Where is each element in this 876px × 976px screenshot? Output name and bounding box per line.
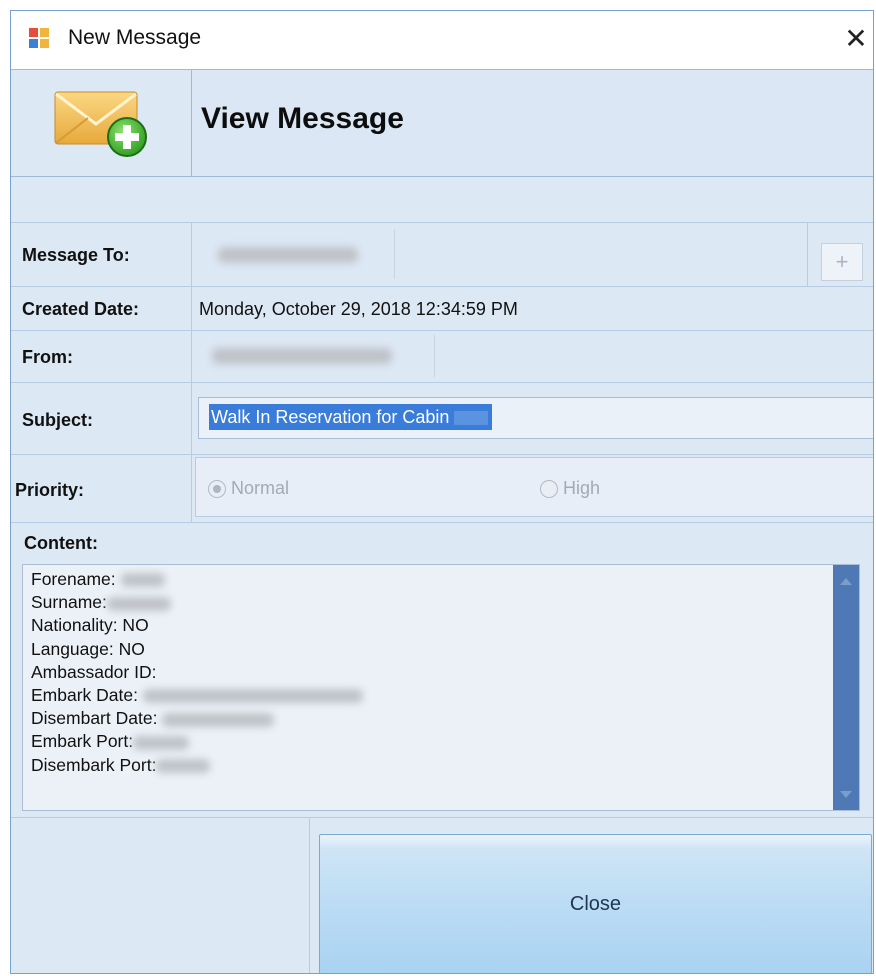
mail-add-icon xyxy=(54,91,147,157)
window-title: New Message xyxy=(68,26,202,49)
content-line: Disembark Port: xyxy=(31,754,363,777)
redacted-value xyxy=(162,712,275,727)
redacted-value xyxy=(142,689,363,704)
content-textarea[interactable]: Forename: Surname: Nationality: NO Langu… xyxy=(22,564,860,811)
radio-unselected-icon xyxy=(540,479,558,498)
row-divider xyxy=(807,223,808,286)
redacted-value xyxy=(106,596,171,611)
from-label: From: xyxy=(22,347,73,367)
priority-normal-label: Normal xyxy=(231,478,290,498)
priority-normal-radio[interactable]: Normal xyxy=(208,478,289,499)
priority-high-radio[interactable]: High xyxy=(540,478,600,499)
created-date-label: Created Date: xyxy=(22,299,140,319)
radio-selected-icon xyxy=(208,479,226,498)
title-bar: New Message ✕ xyxy=(11,11,873,69)
redacted-value xyxy=(156,759,211,773)
content-line: Nationality: NO xyxy=(31,615,149,636)
page-title: View Message xyxy=(201,102,404,135)
header-icon-cell xyxy=(11,70,192,176)
redacted-recipient xyxy=(218,247,358,263)
row-divider xyxy=(191,287,192,330)
content-line: Embark Port: xyxy=(31,730,363,753)
add-recipient-button[interactable]: + xyxy=(821,243,863,281)
message-to-label: Message To: xyxy=(22,245,130,265)
content-line: Surname: xyxy=(31,591,363,614)
subject-input[interactable]: Walk In Reservation for Cabin xyxy=(198,397,873,439)
row-divider xyxy=(191,223,192,286)
close-button[interactable]: Close xyxy=(319,834,872,973)
footer-panel: Close xyxy=(11,817,873,973)
created-date-value: Monday, October 29, 2018 12:34:59 PM xyxy=(199,299,518,319)
subject-row: Subject: Walk In Reservation for Cabin xyxy=(11,383,873,455)
subject-label: Subject: xyxy=(22,410,94,430)
header-panel: View Message xyxy=(11,69,873,177)
redacted-value xyxy=(133,735,190,750)
content-label: Content: xyxy=(24,533,98,553)
app-window-icon xyxy=(29,28,49,48)
header-spacer xyxy=(11,177,873,223)
priority-row: Priority: Normal High xyxy=(11,455,873,523)
content-lines: Forename: Surname: Nationality: NO Langu… xyxy=(31,568,363,777)
content-scrollbar[interactable] xyxy=(833,565,859,810)
message-to-row: Message To: + xyxy=(11,223,873,287)
priority-group: Normal High xyxy=(195,457,873,517)
subject-selected-text: Walk In Reservation for Cabin xyxy=(209,404,493,430)
priority-label: Priority: xyxy=(15,480,85,500)
row-divider xyxy=(191,455,192,522)
priority-high-label: High xyxy=(563,478,601,498)
subject-value: Walk In Reservation for Cabin xyxy=(211,407,450,427)
content-line: Embark Date: xyxy=(31,684,363,707)
scroll-down-arrow-icon[interactable] xyxy=(840,791,852,798)
scroll-up-arrow-icon[interactable] xyxy=(840,578,852,585)
content-line: Language: NO xyxy=(31,638,145,659)
redacted-cabin xyxy=(454,411,489,426)
redacted-value xyxy=(120,573,165,588)
from-row: From: xyxy=(11,331,873,383)
content-line: Disembart Date: xyxy=(31,707,363,730)
created-date-row: Created Date: Monday, October 29, 2018 1… xyxy=(11,287,873,331)
content-line: Ambassador ID: xyxy=(31,661,157,682)
footer-divider xyxy=(309,818,310,973)
from-value xyxy=(198,335,435,377)
new-message-window: New Message ✕ View Message Message To: +… xyxy=(10,10,874,974)
row-divider xyxy=(191,331,192,382)
redacted-sender xyxy=(212,348,392,364)
window-close-button[interactable]: ✕ xyxy=(839,19,873,59)
message-to-value[interactable] xyxy=(198,229,395,279)
content-line: Forename: xyxy=(31,568,363,591)
row-divider xyxy=(191,383,192,454)
